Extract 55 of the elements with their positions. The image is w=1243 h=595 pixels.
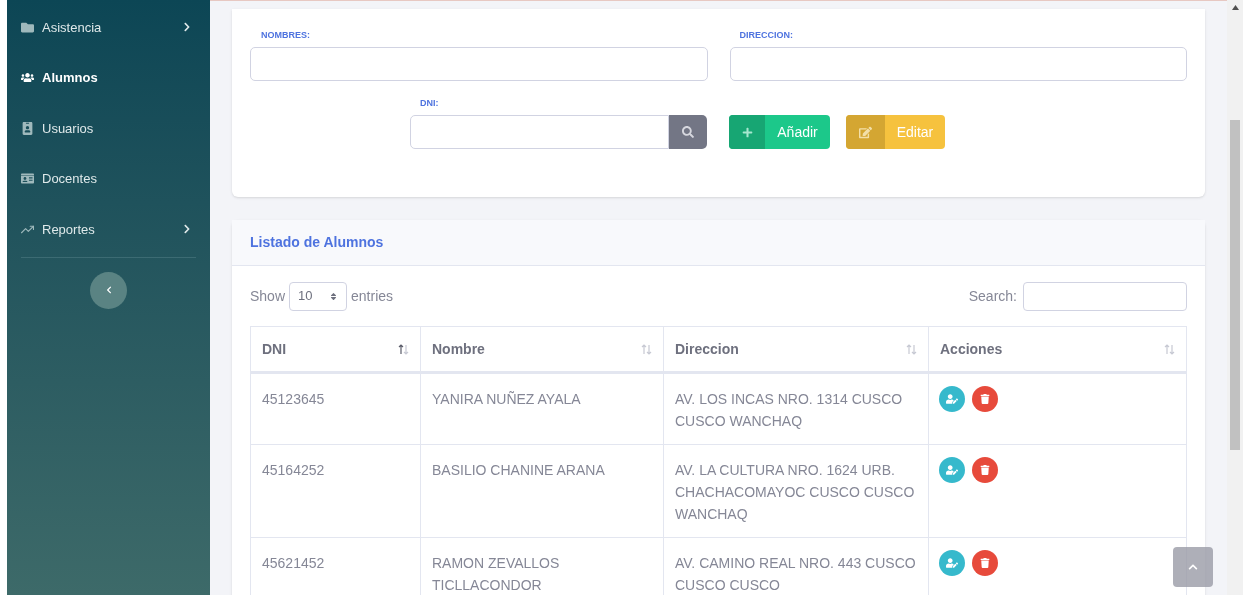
chevron-up-icon [1188, 562, 1198, 572]
nombres-field[interactable] [250, 47, 708, 81]
chevron-left-icon [104, 286, 113, 294]
sidebar-item[interactable]: Reportes [21, 204, 196, 255]
field-label: DIRECCION: [739, 29, 794, 42]
user-edit-icon [946, 464, 958, 476]
collapse-button[interactable] [90, 271, 127, 309]
search-field[interactable] [1023, 281, 1187, 311]
column-header[interactable]: Acciones [928, 326, 1187, 373]
scrollbar[interactable] [1227, 0, 1243, 595]
table-cell: 45164252 [250, 444, 421, 538]
search-button[interactable] [669, 115, 707, 149]
sidebar-item[interactable]: Usuarios [21, 103, 196, 154]
sidebar-item[interactable]: Asistencia [21, 2, 196, 53]
trash-icon [980, 558, 990, 568]
table-cell: BASILIO CHANINE ARANA [420, 444, 664, 538]
search-label: Search: [968, 286, 1017, 306]
edit-user-button[interactable] [939, 550, 965, 576]
card-title: Listado de Alumnos [250, 233, 384, 252]
field-label: NOMBRES: [261, 29, 311, 42]
sidebar-item[interactable]: Alumnos [21, 52, 196, 103]
column-header[interactable]: Nombre [420, 326, 664, 373]
edit-user-button[interactable] [939, 386, 965, 412]
trash-icon [980, 465, 990, 475]
table-cell: AV. LOS INCAS NRO. 1314 CUSCO CUSCO WANCHAQ [663, 372, 929, 445]
direccion-field[interactable] [729, 47, 1187, 81]
users-icon [21, 71, 34, 85]
id-card-icon [21, 172, 34, 186]
table-cell: 45621452 [250, 537, 421, 595]
table-cell: 45123645 [250, 372, 421, 445]
edit-user-button[interactable] [939, 457, 965, 483]
plus-icon [741, 126, 753, 138]
table-cell: AV. LA CULTURA NRO. 1624 URB. CHACHACOMAYOC CUSCO CUSCO WANCHAQ [663, 444, 929, 538]
back-to-top-button[interactable] [1173, 547, 1213, 587]
edit-icon [859, 125, 872, 139]
sidebar-item[interactable]: Docentes [21, 153, 196, 204]
page-size-select[interactable]: 10 [289, 281, 348, 311]
trash-icon [980, 394, 990, 404]
scroll-up-arrow-icon[interactable] [1231, 5, 1239, 10]
entries-label: entries [351, 286, 394, 306]
folder-icon [21, 20, 34, 34]
delete-button[interactable] [972, 457, 998, 483]
search-icon [682, 126, 694, 138]
show-label: Show [250, 286, 286, 306]
delete-button[interactable] [972, 386, 998, 412]
id-badge-icon [21, 121, 34, 135]
table-cell: YANIRA NUÑEZ AYALA [420, 372, 664, 445]
user-edit-icon [946, 557, 958, 569]
column-header[interactable]: DNI [250, 326, 421, 373]
dni-field[interactable] [410, 115, 669, 149]
user-edit-icon [946, 393, 958, 405]
delete-button[interactable] [972, 550, 998, 576]
up-down-caret-icon [329, 291, 339, 301]
column-header[interactable]: Direccion [663, 326, 929, 373]
field-label: DNI: [420, 97, 440, 110]
